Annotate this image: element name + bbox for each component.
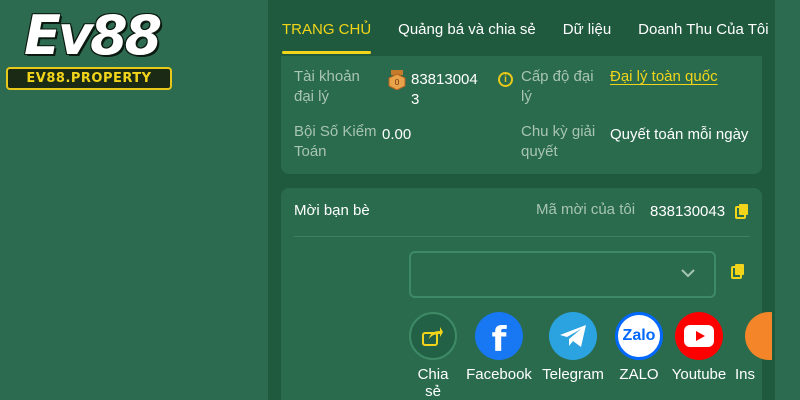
- share-telegram-label: Telegram: [542, 366, 604, 383]
- account-value: 83813004 3: [411, 71, 478, 108]
- share-generic-label: Chia sẻ: [417, 366, 449, 400]
- cycle-label: Chu kỳ giải quyết: [521, 123, 596, 160]
- page-right-margin: [775, 0, 800, 400]
- ev88-logo: Ev88 EV88.PROPERTY: [6, 4, 176, 94]
- share-instagram-label: Ins: [735, 366, 756, 383]
- info-icon[interactable]: i: [498, 72, 513, 87]
- tab-home[interactable]: TRANG CHỦ: [282, 0, 372, 56]
- share-zalo-item[interactable]: Zalo ZALO: [606, 312, 672, 383]
- agent-panel: TRANG CHỦ Quảng bá và chia sẻ Dữ liệu Do…: [268, 0, 775, 400]
- copy-icon[interactable]: [735, 204, 749, 219]
- multiplier-label: Bội Số Kiểm Toán: [294, 123, 377, 160]
- cycle-value: Quyết toán mỗi ngày: [610, 126, 749, 143]
- share-instagram-item[interactable]: Ins: [732, 312, 772, 383]
- account-label: Tài khoản đại lý: [294, 68, 360, 105]
- agent-info-card: Tài khoản đại lý 0 83813004 3 i Cấp độ đại…: [281, 56, 762, 174]
- telegram-icon: [549, 312, 597, 360]
- medal-icon: 0: [388, 70, 406, 90]
- share-icon: [409, 312, 457, 360]
- share-link-select[interactable]: [409, 251, 716, 298]
- share-youtube-label: Youtube: [671, 366, 727, 383]
- tab-promote-share[interactable]: Quảng bá và chia sẻ: [398, 0, 536, 56]
- instagram-icon: [745, 312, 772, 360]
- level-label: Cấp độ đại lý: [521, 68, 594, 105]
- youtube-icon: [675, 312, 723, 360]
- share-facebook-label: Facebook: [466, 366, 532, 383]
- invite-code-label: Mã mời của tôi: [536, 201, 636, 218]
- multiplier-value: 0.00: [382, 126, 412, 143]
- share-options: Chia sẻ f Facebook Telegram Zalo ZALO Yo…: [409, 312, 772, 400]
- facebook-icon: f: [475, 312, 523, 360]
- tab-data[interactable]: Dữ liệu: [563, 0, 611, 56]
- logo-domain-badge: EV88.PROPERTY: [6, 67, 172, 90]
- share-youtube-item[interactable]: Youtube: [666, 312, 732, 383]
- agent-level-link[interactable]: Đại lý toàn quốc: [610, 68, 718, 85]
- copy-link-icon[interactable]: [731, 264, 745, 279]
- share-telegram-item[interactable]: Telegram: [540, 312, 606, 383]
- share-facebook-item[interactable]: f Facebook: [466, 312, 532, 383]
- top-nav: TRANG CHỦ Quảng bá và chia sẻ Dữ liệu Do…: [268, 0, 775, 56]
- zalo-icon: Zalo: [615, 312, 663, 360]
- share-generic-item[interactable]: Chia sẻ: [400, 312, 466, 400]
- svg-text:0: 0: [394, 78, 399, 87]
- invite-card: Mời bạn bè Mã mời của tôi 838130043 Chia…: [281, 188, 772, 400]
- logo-text: Ev88: [24, 4, 162, 67]
- divider: [294, 236, 750, 237]
- chevron-down-icon: [681, 269, 695, 278]
- tab-my-revenue[interactable]: Doanh Thu Của Tôi: [638, 0, 768, 56]
- invite-code-value: 838130043: [650, 203, 726, 220]
- share-zalo-label: ZALO: [619, 366, 659, 383]
- invite-title: Mời bạn bè: [294, 202, 370, 219]
